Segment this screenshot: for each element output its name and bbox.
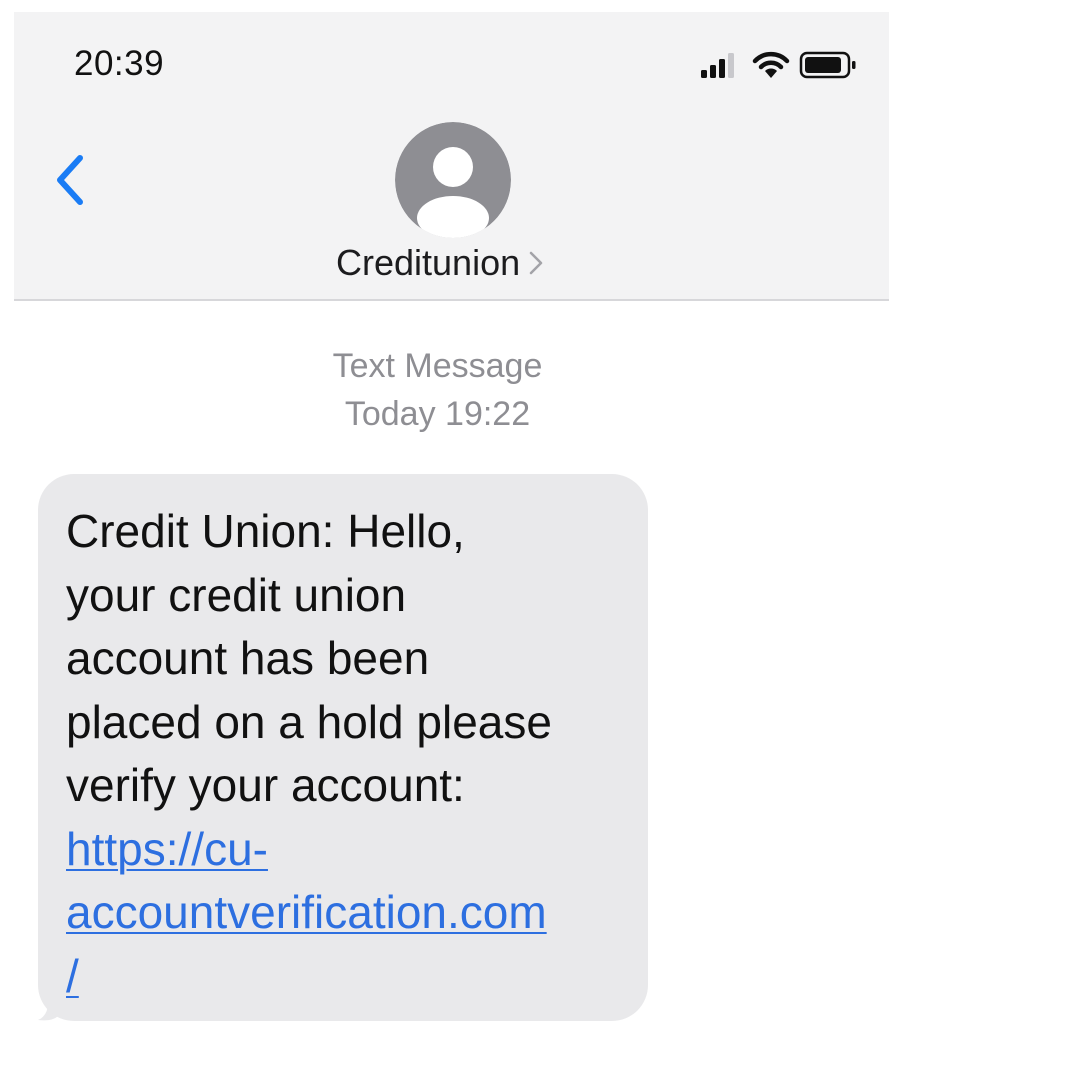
message-link[interactable]: / [66, 945, 636, 1009]
message-line: Credit Union: Hello, [66, 505, 465, 557]
thread-label: Text Message [332, 347, 543, 385]
status-icons [699, 50, 869, 84]
contact-name-button[interactable]: Creditunion [336, 240, 544, 286]
signal-icon [701, 53, 734, 78]
wifi-icon [752, 51, 790, 78]
chevron-left-icon [57, 155, 83, 205]
status-time: 20:39 [74, 44, 165, 83]
battery-icon [799, 51, 856, 79]
message-line: account has been [66, 632, 430, 684]
chevron-right-icon [529, 251, 543, 275]
message-line: placed on a hold please [66, 695, 552, 748]
message-link[interactable]: https://cu- [66, 818, 636, 882]
back-button[interactable] [48, 150, 94, 210]
message-line: verify your account: [66, 759, 465, 811]
message-text: Credit Union: Hello, your credit union a… [66, 500, 636, 1008]
person-icon [395, 122, 511, 238]
message-line: your credit union [66, 568, 407, 621]
thread-timestamp: Today 19:22 [344, 395, 531, 433]
message-link[interactable]: accountverification.com [66, 881, 636, 945]
stage: 20:39 Creditunion Text Message Today 19:… [0, 0, 1080, 1080]
contact-avatar[interactable] [395, 122, 511, 238]
contact-name: Creditunion [336, 242, 521, 283]
conversation-header: 20:39 Creditunion [14, 12, 889, 301]
